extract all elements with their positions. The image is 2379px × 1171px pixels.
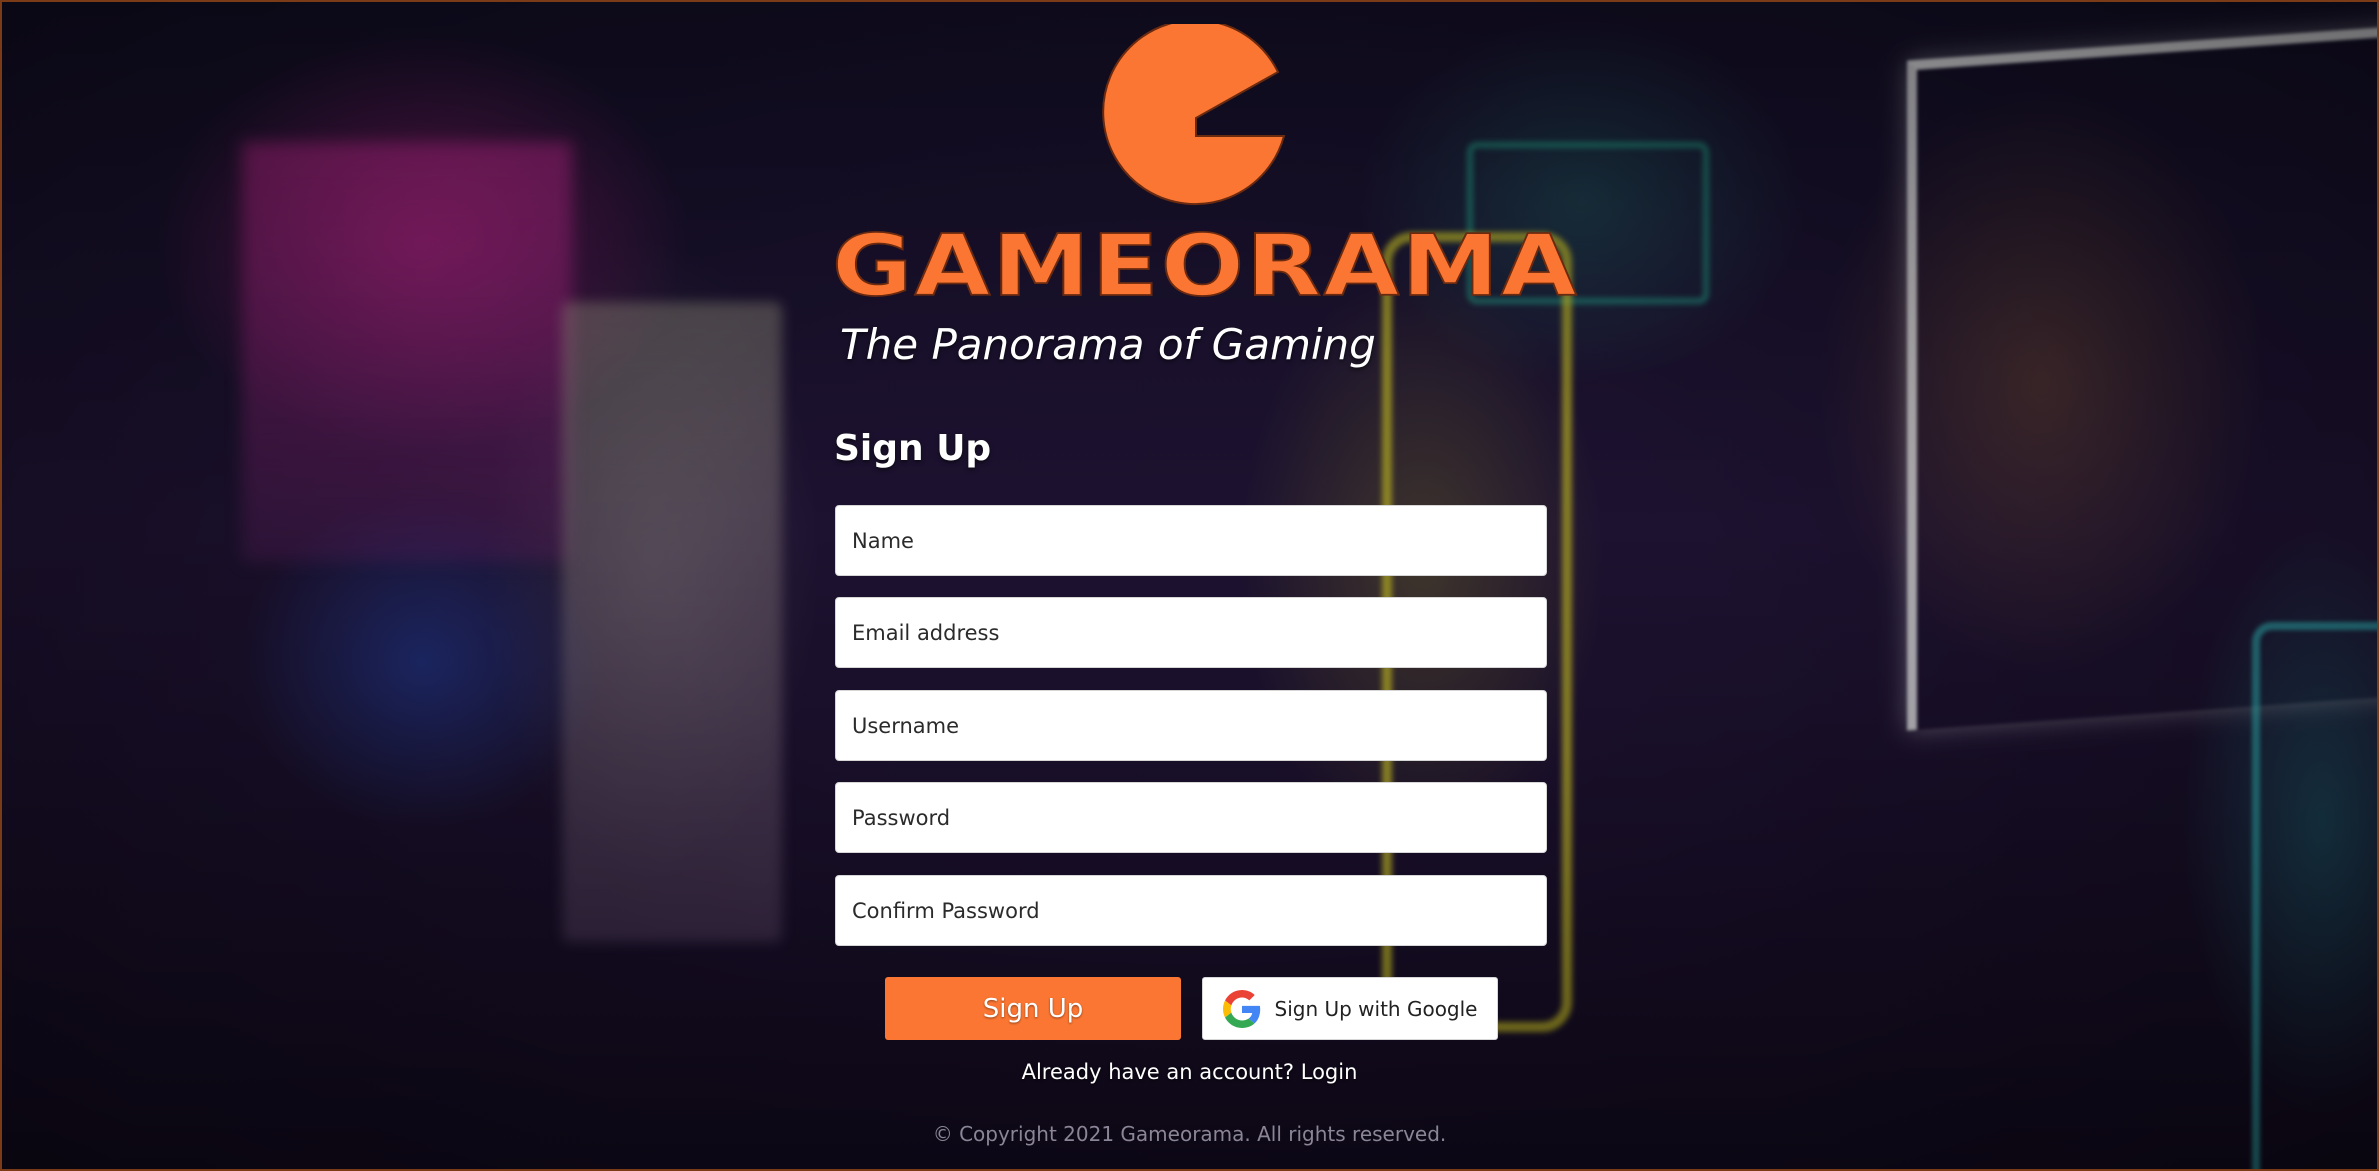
login-prompt-text: Already have an account? xyxy=(1021,1060,1295,1084)
pac-logo-icon xyxy=(1102,24,1286,206)
form-title: Sign Up xyxy=(834,428,992,469)
tagline: The Panorama of Gaming xyxy=(840,320,1376,369)
google-sign-up-button[interactable]: Sign Up with Google xyxy=(1202,977,1498,1040)
username-field[interactable] xyxy=(835,690,1547,761)
confirm-password-field[interactable] xyxy=(835,875,1547,946)
brand-name: GAMEORAMA xyxy=(831,217,1579,316)
login-prompt: Already have an account? Login xyxy=(2,1060,2377,1084)
password-field[interactable] xyxy=(835,782,1547,853)
copyright: © Copyright 2021 Gameorama. All rights r… xyxy=(932,1122,1447,1146)
sign-up-button[interactable]: Sign Up xyxy=(885,977,1181,1040)
name-field[interactable] xyxy=(835,505,1547,576)
email-field[interactable] xyxy=(835,597,1547,668)
signup-page: GAMEORAMA The Panorama of Gaming Sign Up… xyxy=(0,0,2379,1171)
google-button-label: Sign Up with Google xyxy=(1274,996,1478,1021)
login-link[interactable]: Login xyxy=(1301,1060,1358,1084)
google-icon xyxy=(1222,989,1260,1028)
